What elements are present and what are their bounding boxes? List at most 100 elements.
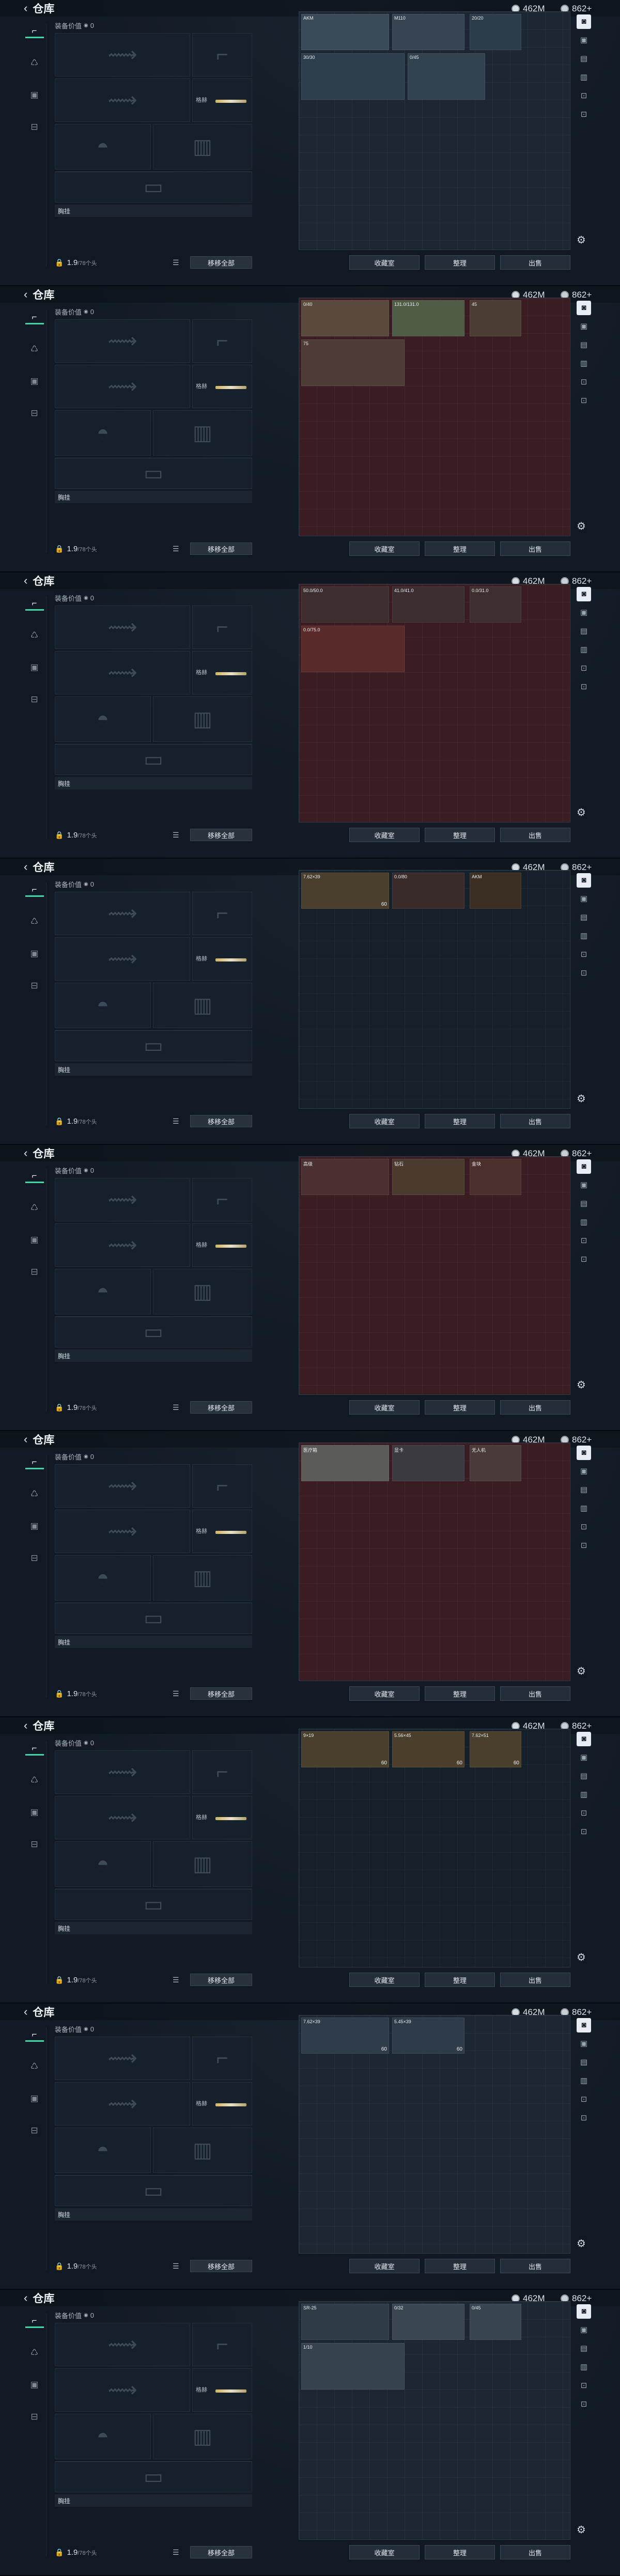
sidearm-slot[interactable]: ⌐ <box>192 2037 252 2080</box>
case-icon[interactable]: ⊟ <box>25 1265 44 1279</box>
bag-icon[interactable]: ▣ <box>25 2091 44 2106</box>
gear-icon[interactable]: ⚙ <box>577 520 586 533</box>
bag-icon[interactable]: ▣ <box>25 946 44 961</box>
collection-button[interactable]: 收藏室 <box>349 1686 420 1701</box>
case-icon[interactable]: ⊟ <box>25 120 44 134</box>
storage-item[interactable]: M110 <box>392 14 464 50</box>
case-icon[interactable]: ▤ <box>577 624 591 639</box>
secondary-weapon-slot[interactable]: ⟿ <box>55 2082 190 2125</box>
collection-button[interactable]: 收藏室 <box>349 1973 420 1987</box>
storage-item[interactable]: 50.0/50.0 <box>301 586 389 623</box>
storage-grid[interactable]: 7.62×39 60 0.0/80 AKM <box>299 870 570 1109</box>
back-arrow-icon[interactable]: ‹ <box>24 1147 27 1159</box>
storage-item[interactable]: 0/32 <box>392 2304 464 2340</box>
lock-icon[interactable]: ⊡ <box>577 107 591 122</box>
storage-item[interactable]: 0/40 <box>301 300 389 336</box>
sort-button[interactable]: 整理 <box>425 2259 495 2273</box>
sidearm-slot[interactable]: ⌐ <box>192 1178 252 1221</box>
sort-button[interactable]: 整理 <box>425 255 495 270</box>
armor-slot[interactable]: ▥ <box>153 410 252 456</box>
gear-icon[interactable]: ⚙ <box>577 1951 586 1964</box>
collection-button[interactable]: 收藏室 <box>349 1400 420 1415</box>
trash-icon[interactable]: ♺ <box>25 1487 44 1501</box>
bag-icon[interactable]: ▣ <box>25 660 44 675</box>
armor-slot[interactable]: ▥ <box>153 2128 252 2173</box>
backpack-slot[interactable]: ▭ <box>55 744 252 775</box>
bag-icon[interactable]: ▣ <box>25 2378 44 2392</box>
storage-item[interactable]: 30/30 <box>301 53 405 100</box>
sell-button[interactable]: 出售 <box>500 1400 570 1415</box>
box-icon[interactable]: ▥ <box>577 929 591 943</box>
list-icon[interactable]: ☰ <box>173 258 179 267</box>
back-arrow-icon[interactable]: ‹ <box>24 2292 27 2304</box>
box-icon[interactable]: ▥ <box>577 1788 591 1802</box>
sort-button[interactable]: 整理 <box>425 2545 495 2559</box>
backpack-slot[interactable]: ▭ <box>55 1030 252 1061</box>
back-arrow-icon[interactable]: ‹ <box>24 1434 27 1445</box>
helmet-slot[interactable]: ◓ <box>55 2414 151 2459</box>
sell-button[interactable]: 出售 <box>500 2259 570 2273</box>
primary-weapon-slot[interactable]: ⟿ <box>55 1750 190 1794</box>
sort-button[interactable]: 整理 <box>425 1973 495 1987</box>
case-icon[interactable]: ▤ <box>577 910 591 925</box>
chest-rig-row[interactable]: 胸挂 <box>55 2494 252 2507</box>
armor-slot[interactable]: ▥ <box>153 983 252 1028</box>
backpack-slot[interactable]: ▭ <box>55 1316 252 1347</box>
box-icon[interactable]: ▥ <box>577 1501 591 1516</box>
collection-button[interactable]: 收藏室 <box>349 255 420 270</box>
storage-item[interactable]: 41.0/41.0 <box>392 586 464 623</box>
storage-item[interactable]: SR-25 <box>301 2304 389 2340</box>
storage-item[interactable]: 7.62×39 60 <box>301 2018 389 2054</box>
bag-icon[interactable]: ▣ <box>577 1178 591 1192</box>
primary-weapon-slot[interactable]: ⟿ <box>55 33 190 76</box>
primary-weapon-slot[interactable]: ⟿ <box>55 2037 190 2080</box>
pistol-icon[interactable]: ⌐ <box>25 1741 44 1756</box>
storage-item[interactable]: 0.0/31.0 <box>470 586 521 623</box>
sort-button[interactable]: 整理 <box>425 1114 495 1128</box>
lock-icon[interactable]: ⊡ <box>577 1539 591 1553</box>
storage-item[interactable]: 金块 <box>470 1159 521 1195</box>
armor-slot[interactable]: ▥ <box>153 124 252 169</box>
lock-icon[interactable]: ⊡ <box>577 2379 591 2393</box>
backpack-slot[interactable]: ▭ <box>55 2175 252 2206</box>
bag-icon[interactable]: ▣ <box>577 1464 591 1479</box>
remove-all-button[interactable]: 移移全部 <box>190 1687 252 1700</box>
trash-icon[interactable]: ♺ <box>25 628 44 643</box>
secondary-weapon-slot[interactable]: ⟿ <box>55 1223 190 1267</box>
storage-grid[interactable]: 7.62×39 60 5.45×39 60 <box>299 2015 570 2254</box>
collection-button[interactable]: 收藏室 <box>349 541 420 556</box>
chest-rig-row[interactable]: 胸挂 <box>55 1349 252 1362</box>
sidearm-slot[interactable]: ⌐ <box>192 892 252 935</box>
back-arrow-icon[interactable]: ‹ <box>24 861 27 873</box>
secondary-weapon-slot[interactable]: ⟿ <box>55 1510 190 1553</box>
box-icon[interactable]: ▥ <box>577 356 591 371</box>
gear-icon[interactable]: ⚙ <box>577 2523 586 2536</box>
helmet-slot[interactable]: ◓ <box>55 1269 151 1314</box>
sort-button[interactable]: 整理 <box>425 1400 495 1415</box>
remove-all-button[interactable]: 移移全部 <box>190 256 252 269</box>
safe-icon[interactable]: ◙ <box>577 1446 591 1460</box>
bag-icon[interactable]: ▣ <box>577 2323 591 2337</box>
sidearm-slot[interactable]: ⌐ <box>192 2323 252 2366</box>
case-icon[interactable]: ⊟ <box>25 2410 44 2424</box>
case-icon[interactable]: ⊟ <box>25 979 44 993</box>
armor-slot[interactable]: ▥ <box>153 1269 252 1314</box>
case-icon[interactable]: ▤ <box>577 338 591 352</box>
sell-button[interactable]: 出售 <box>500 541 570 556</box>
pistol-icon[interactable]: ⌐ <box>25 24 44 38</box>
safe-icon[interactable]: ◙ <box>577 2304 591 2319</box>
pistol-icon[interactable]: ⌐ <box>25 310 44 324</box>
list-icon[interactable]: ☰ <box>173 1976 179 1984</box>
case-icon[interactable]: ▤ <box>577 1197 591 1211</box>
storage-grid[interactable]: SR-25 0/32 0/45 1/10 <box>299 2301 570 2540</box>
backpack-slot[interactable]: ▭ <box>55 1603 252 1634</box>
lock-icon[interactable]: ⊡ <box>577 1806 591 1821</box>
storage-item[interactable]: 20/20 <box>470 14 521 50</box>
chest-rig-row[interactable]: 胸挂 <box>55 1636 252 1648</box>
sidearm-slot[interactable]: ⌐ <box>192 1464 252 1508</box>
gear-icon[interactable]: ⚙ <box>577 2237 586 2250</box>
bag-icon[interactable]: ▣ <box>577 2037 591 2051</box>
storage-item[interactable]: 0.0/80 <box>392 873 464 909</box>
primary-weapon-slot[interactable]: ⟿ <box>55 1464 190 1508</box>
primary-weapon-slot[interactable]: ⟿ <box>55 2323 190 2366</box>
